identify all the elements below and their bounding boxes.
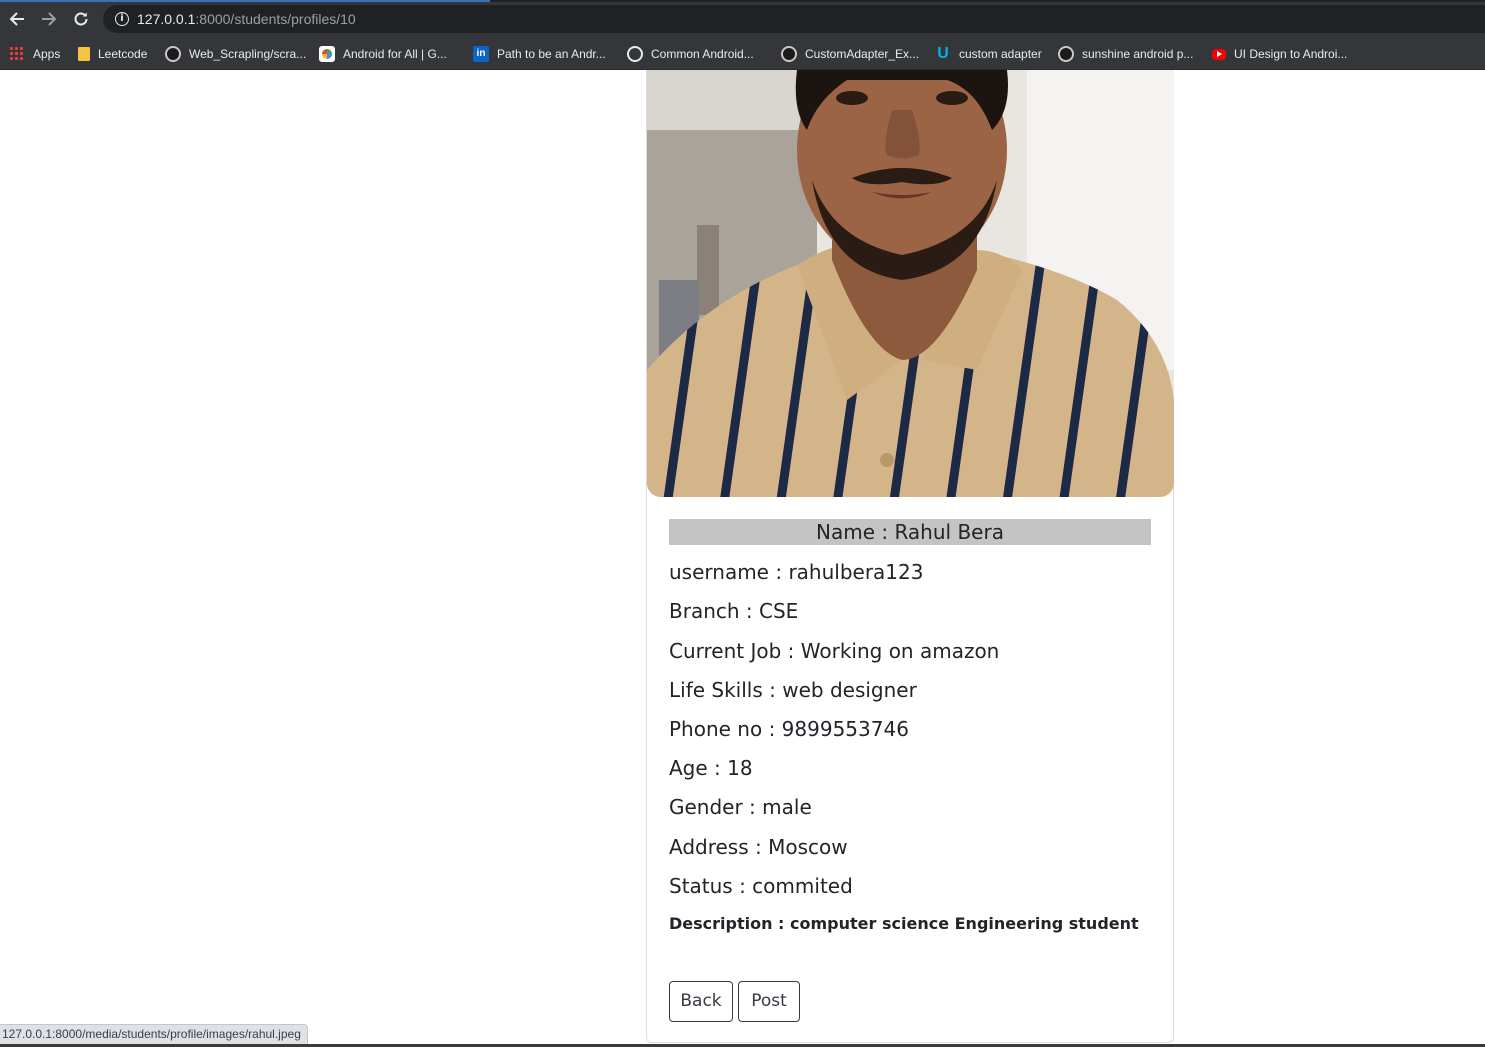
link-status-bar: 127.0.0.1:8000/media/students/profile/im…	[0, 1024, 308, 1045]
bookmark-sunshine-android[interactable]: sunshine android p...	[1058, 44, 1193, 64]
url-path: :8000/students/profiles/10	[195, 11, 356, 27]
profile-address: Address : Moscow	[669, 835, 848, 859]
back-button[interactable]: Back	[669, 981, 733, 1022]
profile-life-skills: Life Skills : web designer	[669, 678, 917, 702]
globe-icon	[627, 46, 643, 62]
url-text[interactable]: 127.0.0.1:8000/students/profiles/10	[137, 11, 356, 27]
profile-branch: Branch : CSE	[669, 599, 799, 623]
bookmark-label: Path to be an Andr...	[497, 47, 606, 61]
profile-current-job: Current Job : Working on amazon	[669, 639, 1000, 663]
url-host: 127.0.0.1	[137, 11, 196, 27]
loading-progress-bar	[0, 0, 1485, 2]
github-icon	[165, 46, 181, 62]
profile-status: Status : commited	[669, 874, 853, 898]
browser-toolbar: i 127.0.0.1:8000/students/profiles/10	[0, 0, 1485, 38]
bookmark-ui-design[interactable]: UI Design to Androi...	[1212, 44, 1347, 64]
bookmark-label: Apps	[33, 47, 61, 61]
profile-gender: Gender : male	[669, 795, 812, 819]
bookmark-apps[interactable]: Apps	[9, 44, 60, 64]
bookmark-label: sunshine android p...	[1082, 47, 1194, 61]
post-button[interactable]: Post	[738, 981, 800, 1022]
bookmark-label: Web_Scrapling/scra...	[189, 47, 307, 61]
bookmark-web-scrapling[interactable]: Web_Scrapling/scra...	[165, 44, 306, 64]
bookmark-label: CustomAdapter_Ex...	[805, 47, 920, 61]
address-bar[interactable]: i 127.0.0.1:8000/students/profiles/10	[103, 5, 1485, 33]
profile-description: Description : computer science Engineeri…	[669, 914, 1139, 933]
bookmark-custom-adapter[interactable]: Ucustom adapter	[935, 44, 1042, 64]
profile-card: Name : Rahul Bera username : rahulbera12…	[646, 70, 1174, 1043]
bookmark-android-for-all[interactable]: Android for All | G...	[319, 44, 447, 64]
bookmark-label: custom adapter	[959, 47, 1042, 61]
forward-arrow-icon[interactable]	[38, 8, 60, 30]
profile-age: Age : 18	[669, 756, 753, 780]
linkedin-icon: in	[473, 46, 489, 62]
reload-icon[interactable]	[70, 8, 92, 30]
site-info-icon[interactable]: i	[115, 12, 129, 26]
profile-photo[interactable]	[647, 70, 1174, 497]
bookmark-label: Leetcode	[98, 47, 148, 61]
youtube-icon	[1212, 48, 1226, 60]
bookmarks-bar: Apps Leetcode Web_Scrapling/scra... Andr…	[0, 38, 1485, 70]
bookmark-label: UI Design to Androi...	[1234, 47, 1348, 61]
folder-icon	[78, 47, 90, 61]
profile-name: Name : Rahul Bera	[669, 519, 1151, 545]
bookmark-leetcode[interactable]: Leetcode	[78, 44, 147, 64]
profile-username: username : rahulbera123	[669, 560, 924, 584]
apps-grid-icon	[9, 46, 25, 62]
bookmark-label: Android for All | G...	[343, 47, 447, 61]
bookmark-common-android[interactable]: Common Android...	[627, 44, 754, 64]
bookmark-label: Common Android...	[651, 47, 754, 61]
github-icon	[1058, 46, 1074, 62]
loading-progress-fill	[0, 0, 490, 2]
back-arrow-icon[interactable]	[6, 8, 28, 30]
profile-phone: Phone no : 9899553746	[669, 717, 909, 741]
bookmark-path-android[interactable]: in Path to be an Andr...	[473, 44, 606, 64]
github-icon	[781, 46, 797, 62]
android-icon	[319, 46, 335, 62]
udacity-icon: U	[937, 45, 949, 62]
bookmark-custom-adapter-ex[interactable]: CustomAdapter_Ex...	[781, 44, 919, 64]
